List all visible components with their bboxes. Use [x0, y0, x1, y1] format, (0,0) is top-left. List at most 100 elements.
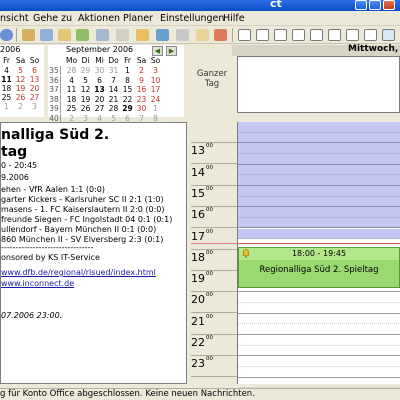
todo-icon[interactable]	[76, 29, 89, 41]
maximize-button[interactable]	[369, 0, 381, 10]
view-week-icon[interactable]	[274, 29, 287, 41]
day-cell[interactable]: 12	[14, 75, 27, 84]
view-workweek-icon[interactable]	[256, 29, 269, 41]
day-cell[interactable]: 17	[149, 85, 162, 94]
day-cell[interactable]: 21	[107, 95, 120, 104]
journal-icon[interactable]	[96, 29, 109, 41]
menu-aktionen[interactable]: Aktionen	[78, 13, 120, 24]
day-cell[interactable]: 1	[121, 66, 134, 75]
day-cell[interactable]: 26	[14, 93, 27, 102]
week-number[interactable]: 38	[48, 94, 61, 104]
day-cell[interactable]: 25	[65, 104, 78, 113]
time-slot[interactable]	[238, 303, 400, 314]
day-cell[interactable]: 12	[79, 85, 92, 94]
time-slot[interactable]	[238, 356, 400, 367]
day-cell[interactable]: 2	[14, 102, 27, 111]
day-cell[interactable]: 13	[28, 75, 41, 84]
day-cell[interactable]: 19	[14, 84, 27, 93]
inconnect-link[interactable]: www.inconnect.de	[1, 279, 74, 288]
menu-gehe-zu[interactable]: Gehe zu	[33, 13, 72, 24]
time-slot[interactable]	[238, 153, 400, 165]
day-cell[interactable]: 30	[93, 66, 106, 75]
delete-icon[interactable]	[176, 29, 189, 41]
time-slot[interactable]	[238, 292, 400, 304]
view-todo-icon[interactable]	[346, 29, 359, 41]
time-slot[interactable]	[238, 143, 400, 154]
next-month-button[interactable]: ▶	[166, 46, 177, 56]
week-number[interactable]: 35	[48, 66, 61, 75]
day-cell[interactable]: 18	[0, 84, 13, 93]
day-cell[interactable]: 27	[28, 93, 41, 102]
day-cell[interactable]: 25	[0, 93, 13, 102]
day-cell[interactable]: 18	[65, 95, 78, 104]
day-cell[interactable]: 22	[121, 95, 134, 104]
mail-icon[interactable]	[22, 29, 35, 41]
day-cell[interactable]: 5	[79, 76, 92, 85]
time-slot[interactable]	[238, 346, 400, 357]
menu-einstellungen[interactable]: Einstellungen	[160, 13, 224, 24]
time-slot[interactable]	[238, 314, 400, 325]
minimize-button[interactable]	[355, 0, 367, 10]
print-icon[interactable]	[156, 29, 169, 41]
day-cell[interactable]: 28	[107, 104, 120, 113]
day-cell[interactable]: 19	[79, 95, 92, 104]
time-slot[interactable]	[238, 175, 400, 186]
note-icon[interactable]	[58, 29, 71, 41]
day-cell[interactable]: 28	[65, 66, 78, 75]
day-cell[interactable]: 16	[135, 85, 148, 94]
day-cell[interactable]: 20	[93, 95, 106, 104]
view-list-icon[interactable]	[382, 29, 395, 41]
time-slot[interactable]	[238, 378, 400, 389]
time-slot[interactable]	[238, 228, 400, 240]
time-slot[interactable]	[238, 207, 400, 218]
day-cell[interactable]: 31	[107, 66, 120, 75]
time-slot[interactable]	[238, 367, 400, 378]
day-cell[interactable]: 6	[93, 76, 106, 85]
day-cell[interactable]: 1	[149, 104, 162, 113]
day-cell[interactable]: 29	[79, 66, 92, 75]
view-month-icon[interactable]	[310, 29, 323, 41]
day-cell[interactable]: 20	[28, 84, 41, 93]
day-cell[interactable]: 3	[28, 102, 41, 111]
menu-ansicht[interactable]: nsicht	[0, 13, 29, 24]
day-cell[interactable]: 24	[149, 95, 162, 104]
day-cell[interactable]: 15	[121, 85, 134, 94]
alarm-icon[interactable]	[214, 29, 227, 41]
time-slot[interactable]	[238, 196, 400, 208]
day-cell[interactable]: 23	[135, 95, 148, 104]
day-cell[interactable]: 29	[121, 104, 134, 113]
day-cell[interactable]: 10	[149, 76, 162, 85]
day-cell[interactable]: 11	[0, 75, 13, 84]
event-block[interactable]: 18:00 - 19:45 Regionalliga Süd 2. Spielt…	[238, 247, 400, 288]
view-journal-icon[interactable]	[364, 29, 377, 41]
menu-hilfe[interactable]: Hilfe	[223, 13, 245, 24]
day-cell[interactable]: 2	[135, 66, 148, 75]
day-cell[interactable]: 1	[0, 102, 13, 111]
day-cell[interactable]: 13	[93, 85, 106, 94]
dfb-link[interactable]: www.dfb.de/regional/rlsued/index.html	[1, 268, 156, 277]
time-slot[interactable]	[238, 217, 400, 229]
day-cell[interactable]: 3	[149, 66, 162, 75]
day-cell[interactable]: 7	[107, 76, 120, 85]
contacts-icon[interactable]	[40, 29, 53, 41]
day-cell[interactable]: 30	[135, 104, 148, 113]
day-cell[interactable]: 27	[93, 104, 106, 113]
time-slot[interactable]	[238, 164, 400, 176]
sync-icon[interactable]	[0, 29, 13, 41]
day-cell[interactable]: 9	[135, 76, 148, 85]
time-slot[interactable]	[238, 132, 400, 144]
day-cell[interactable]: 6	[28, 66, 41, 75]
day-cell[interactable]: 11	[65, 85, 78, 94]
prev-month-button[interactable]: ◀	[152, 46, 163, 56]
view-timeline-icon[interactable]	[328, 29, 341, 41]
day-cell[interactable]: 14	[107, 85, 120, 94]
time-slot[interactable]	[238, 122, 400, 133]
week-number[interactable]: 37	[48, 85, 61, 94]
edit-icon[interactable]	[136, 29, 149, 41]
time-slot[interactable]	[238, 324, 400, 335]
menu-planer[interactable]: Planer	[123, 13, 153, 24]
day-cell[interactable]: 5	[14, 66, 27, 75]
week-number[interactable]: 36	[48, 75, 61, 85]
view-day-icon[interactable]	[238, 29, 251, 41]
close-button[interactable]	[383, 0, 395, 10]
